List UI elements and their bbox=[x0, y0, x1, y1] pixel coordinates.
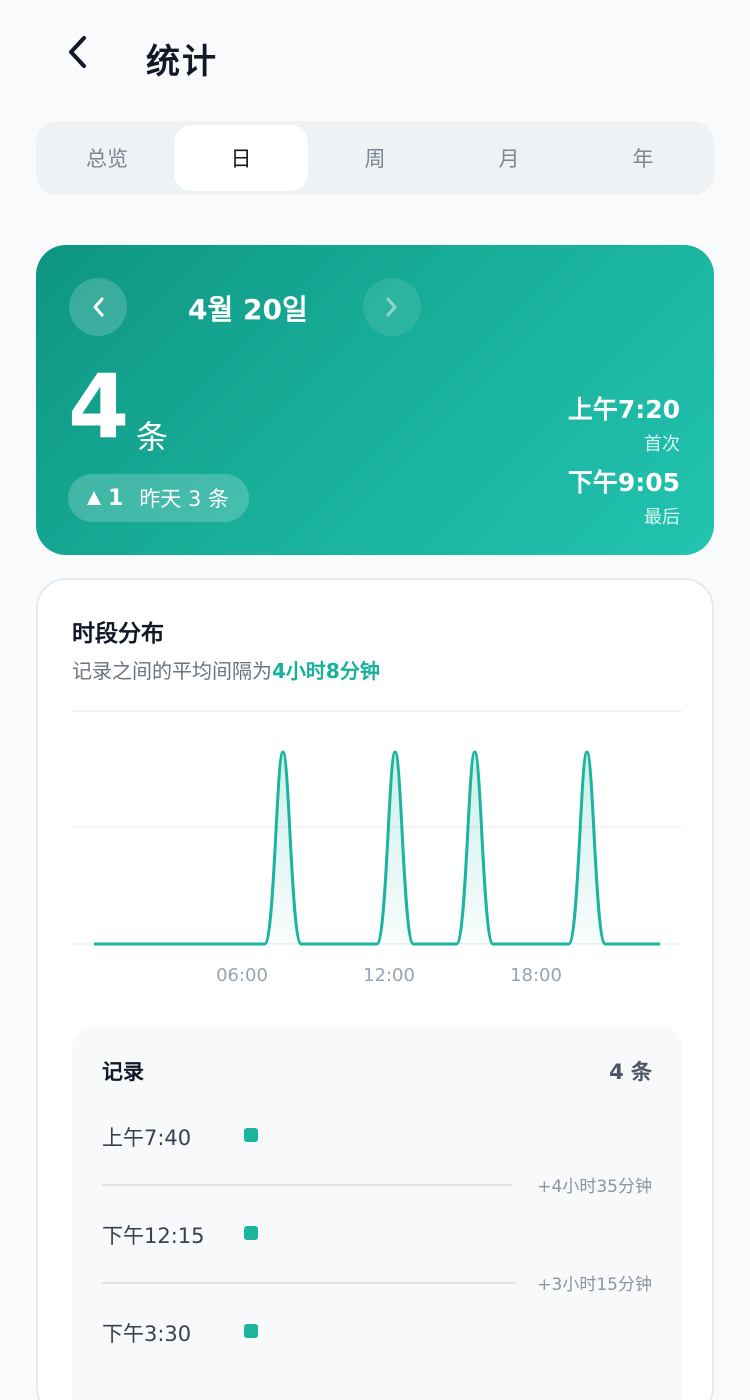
interval-text: +3小时15分钟 bbox=[537, 1275, 652, 1295]
daily-summary-card: 4월 20일 4 条 1 昨天 3 条 上午7:20 首次 下午9:05 最后 bbox=[36, 245, 714, 555]
interval-divider bbox=[102, 1282, 516, 1284]
page-title: 统计 bbox=[146, 42, 218, 82]
last-record-label: 最后 bbox=[644, 507, 680, 528]
time-distribution-card: 时段分布 记录之间的平均间隔为4小时8分钟 06:00 12:00 18:00 记录… bbox=[36, 578, 714, 1400]
chart-x-tick-label: 18:00 bbox=[510, 965, 562, 986]
record-time: 下午12:15 bbox=[102, 1224, 205, 1248]
records-panel: 记录 4 条 上午7:40 +4小时35分钟 下午12:15 +3小时15分钟 … bbox=[72, 1026, 682, 1400]
compare-yesterday-badge: 1 昨天 3 条 bbox=[68, 474, 250, 522]
tab-year[interactable]: 年 bbox=[576, 125, 710, 191]
interval-row: +4小时35分钟 bbox=[102, 1172, 652, 1197]
back-button[interactable] bbox=[58, 30, 98, 74]
tab-overview[interactable]: 总览 bbox=[40, 125, 174, 191]
record-marker bbox=[244, 1324, 258, 1338]
last-record: 下午9:05 最后 bbox=[568, 463, 680, 529]
first-record: 上午7:20 首次 bbox=[568, 390, 680, 456]
triangle-up-icon bbox=[87, 491, 101, 505]
average-interval-text: 记录之间的平均间隔为4小时8分钟 bbox=[72, 655, 380, 684]
chart-series-line bbox=[94, 750, 660, 946]
first-record-time: 上午7:20 bbox=[567, 395, 680, 424]
chevron-right-icon bbox=[386, 297, 397, 317]
section-title: 时段分布 bbox=[72, 621, 164, 647]
interval-text: +4小时35分钟 bbox=[537, 1177, 652, 1197]
first-record-label: 首次 bbox=[644, 434, 680, 455]
interval-divider bbox=[102, 1184, 512, 1186]
chart-x-tick-label: 06:00 bbox=[216, 965, 268, 986]
records-count: 4 条 bbox=[609, 1060, 652, 1084]
average-interval-prefix: 记录之间的平均间隔为 bbox=[72, 659, 272, 683]
record-marker bbox=[244, 1226, 258, 1240]
chevron-left-icon bbox=[93, 297, 104, 317]
record-row[interactable]: 下午12:15 bbox=[102, 1220, 652, 1260]
previous-day-button[interactable] bbox=[69, 278, 127, 336]
record-count-unit: 条 bbox=[136, 418, 169, 456]
tab-day[interactable]: 日 bbox=[174, 125, 308, 191]
record-count: 4 bbox=[68, 355, 130, 458]
compare-delta: 1 bbox=[108, 485, 124, 511]
distribution-chart: 06:00 12:00 18:00 bbox=[72, 710, 682, 986]
selected-date: 4월 20일 bbox=[188, 293, 308, 326]
compare-text: 昨天 3 条 bbox=[139, 487, 230, 511]
record-time: 下午3:30 bbox=[102, 1322, 192, 1346]
tab-week[interactable]: 周 bbox=[308, 125, 442, 191]
record-row[interactable]: 上午7:40 bbox=[102, 1122, 652, 1162]
interval-row: +3小时15分钟 bbox=[102, 1270, 652, 1295]
last-record-time: 下午9:05 bbox=[567, 468, 680, 497]
period-tabs: 总览 日 周 月 年 bbox=[36, 121, 714, 195]
chart-x-tick-label: 12:00 bbox=[363, 965, 415, 986]
tab-month[interactable]: 月 bbox=[442, 125, 576, 191]
records-title: 记录 bbox=[102, 1060, 144, 1084]
record-row[interactable]: 下午3:30 bbox=[102, 1318, 652, 1358]
next-day-button[interactable] bbox=[363, 278, 421, 336]
record-time: 上午7:40 bbox=[102, 1126, 192, 1150]
header: 统计 bbox=[0, 0, 750, 110]
record-marker bbox=[244, 1128, 258, 1142]
chevron-left-icon bbox=[69, 36, 86, 68]
average-interval-value: 4小时8分钟 bbox=[272, 659, 380, 683]
